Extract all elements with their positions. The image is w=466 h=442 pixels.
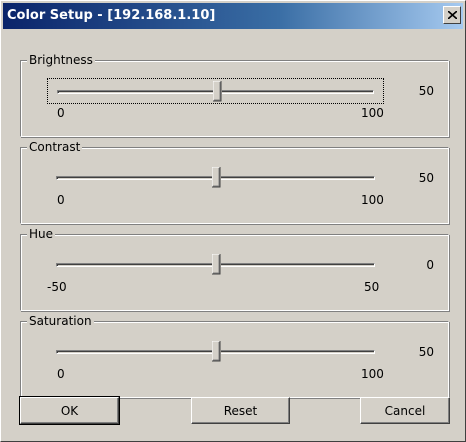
- close-icon: [448, 11, 457, 19]
- saturation-group: Saturation 50 0 100: [20, 313, 449, 398]
- contrast-value: 50: [418, 171, 434, 185]
- saturation-value: 50: [418, 345, 434, 359]
- brightness-max-label: 100: [361, 106, 384, 120]
- brightness-group-label: Brightness: [27, 52, 95, 68]
- ok-button[interactable]: OK: [19, 396, 120, 425]
- hue-value: 0: [426, 258, 434, 272]
- hue-min-label: -50: [47, 280, 67, 294]
- saturation-slider-thumb[interactable]: [211, 341, 221, 362]
- brightness-slider[interactable]: [47, 78, 384, 104]
- reset-button[interactable]: Reset: [191, 397, 290, 424]
- brightness-value: 50: [418, 84, 434, 98]
- contrast-slider[interactable]: [47, 165, 384, 191]
- contrast-max-label: 100: [361, 193, 384, 207]
- saturation-min-label: 0: [57, 367, 65, 381]
- cancel-button[interactable]: Cancel: [360, 397, 450, 424]
- contrast-group: Contrast 50 0 100: [20, 139, 449, 224]
- hue-slider-thumb[interactable]: [211, 254, 221, 275]
- hue-group: Hue 0 -50 50: [20, 226, 449, 311]
- brightness-group: Brightness 50 0 100: [20, 52, 449, 137]
- window-title: Color Setup - [192.168.1.10]: [7, 8, 216, 23]
- contrast-slider-thumb[interactable]: [211, 167, 221, 188]
- color-setup-dialog: Color Setup - [192.168.1.10] Brightness …: [0, 0, 466, 442]
- hue-slider[interactable]: [47, 252, 384, 278]
- hue-group-label: Hue: [27, 226, 56, 242]
- brightness-slider-thumb[interactable]: [212, 81, 222, 102]
- saturation-group-label: Saturation: [27, 313, 94, 329]
- close-button[interactable]: [443, 6, 461, 24]
- contrast-min-label: 0: [57, 193, 65, 207]
- title-bar[interactable]: Color Setup - [192.168.1.10]: [3, 3, 463, 29]
- contrast-group-label: Contrast: [27, 139, 83, 155]
- saturation-max-label: 100: [361, 367, 384, 381]
- hue-max-label: 50: [364, 280, 380, 294]
- saturation-slider[interactable]: [47, 339, 384, 365]
- brightness-min-label: 0: [57, 106, 65, 120]
